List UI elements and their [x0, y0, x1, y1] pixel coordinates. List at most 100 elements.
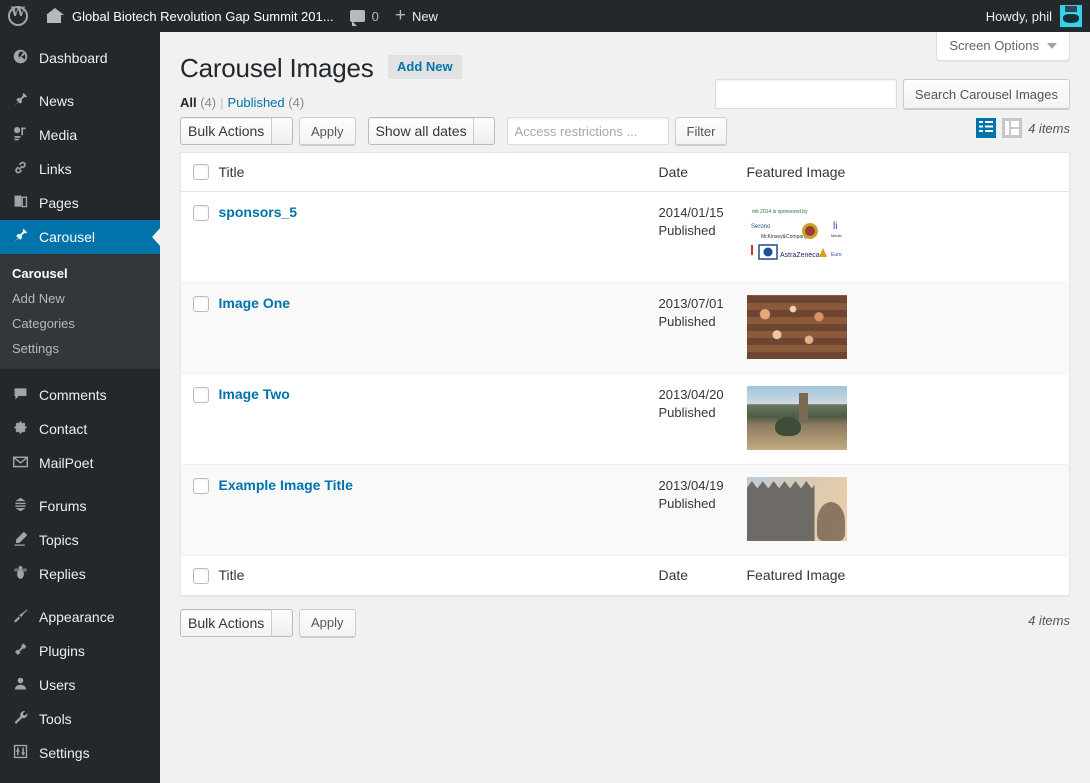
sidebar-item-carousel-settings[interactable]: Settings [0, 336, 160, 361]
comments-bubble-button[interactable]: 0 [342, 0, 387, 32]
row-status: Published [659, 495, 747, 513]
row-title-link[interactable]: Image One [219, 295, 291, 311]
svg-text:Medic: Medic [831, 233, 842, 238]
row-featured-image-cell [747, 374, 1070, 465]
filter-button[interactable]: Filter [675, 117, 728, 145]
wordpress-logo-button[interactable] [0, 0, 38, 32]
status-link-all[interactable]: All [180, 95, 197, 110]
row-status: Published [659, 222, 747, 240]
comment-bubble-icon [10, 385, 30, 405]
table-row: Image One 2013/07/01 Published [181, 283, 1070, 374]
row-title-link[interactable]: sponsors_5 [219, 204, 298, 220]
table-head: Title Date Featured Image [181, 153, 1070, 192]
sidebar-item-contact[interactable]: Contact [0, 412, 160, 446]
add-new-button[interactable]: Add New [388, 55, 462, 79]
row-checkbox-cell [181, 192, 219, 283]
column-header-title[interactable]: Title [219, 153, 659, 192]
row-checkbox[interactable] [193, 387, 209, 403]
date-filter-select[interactable]: Show all dates [368, 117, 495, 145]
sidebar-spacer [0, 591, 160, 600]
excerpt-view-icon[interactable] [1002, 118, 1022, 138]
sidebar-item-tools[interactable]: Tools [0, 702, 160, 736]
svg-text:Euro: Euro [831, 252, 842, 258]
list-view-icon[interactable] [976, 118, 996, 138]
bulk-actions-select[interactable]: Bulk Actions [180, 117, 293, 145]
admin-sidebar: Dashboard News Media Links Pages Carouse… [0, 32, 160, 783]
sidebar-item-appearance[interactable]: Appearance [0, 600, 160, 634]
search-box: Search Carousel Images [715, 79, 1070, 109]
sidebar-item-settings[interactable]: Settings [0, 736, 160, 770]
sidebar-item-pages[interactable]: Pages [0, 186, 160, 220]
table-footer-row: Title Date Featured Image [181, 556, 1070, 595]
row-title-link[interactable]: Example Image Title [219, 477, 353, 493]
svg-text:AstraZeneca: AstraZeneca [780, 252, 820, 259]
featured-image-audience [747, 295, 847, 359]
sidebar-item-label: Topics [39, 532, 79, 548]
screen-options-button[interactable]: Screen Options [936, 32, 1070, 61]
pin-icon [10, 91, 30, 111]
sidebar-item-carousel-add-new[interactable]: Add New [0, 286, 160, 311]
row-date: 2013/04/20 [659, 386, 747, 404]
sidebar-item-label: Plugins [39, 643, 85, 659]
status-count-all: (4) [200, 95, 216, 110]
column-header-date[interactable]: Date [659, 153, 747, 192]
sidebar-item-carousel-categories[interactable]: Categories [0, 311, 160, 336]
row-checkbox[interactable] [193, 296, 209, 312]
new-content-menu[interactable]: + New [387, 0, 446, 32]
select-all-header [181, 153, 219, 192]
sidebar-item-comments[interactable]: Comments [0, 378, 160, 412]
sidebar-item-carousel-list[interactable]: Carousel [0, 261, 160, 286]
sidebar-item-media[interactable]: Media [0, 118, 160, 152]
table-row: Example Image Title 2013/04/19 Published [181, 465, 1070, 556]
apply-button-top[interactable]: Apply [299, 117, 356, 145]
apply-button-bottom[interactable]: Apply [299, 609, 356, 637]
access-restrictions-input[interactable] [507, 117, 669, 145]
paintbrush-icon [10, 607, 30, 627]
admin-bar: Global Biotech Revolution Gap Summit 201… [0, 0, 1090, 32]
featured-image-chapel [747, 477, 847, 541]
sidebar-item-dashboard[interactable]: Dashboard [0, 41, 160, 75]
select-all-checkbox-top[interactable] [193, 164, 209, 180]
search-submit-button[interactable]: Search Carousel Images [903, 79, 1070, 109]
status-divider-item: | [216, 95, 227, 110]
sidebar-item-news[interactable]: News [0, 84, 160, 118]
sidebar-item-plugins[interactable]: Plugins [0, 634, 160, 668]
svg-text:li: li [833, 221, 837, 232]
featured-image-cityscape [747, 386, 847, 450]
items-count-top: 4 items [1028, 121, 1070, 136]
table-row: sponsors_5 2014/01/15 Published mit 2014… [181, 192, 1070, 283]
sidebar-item-replies[interactable]: Replies [0, 557, 160, 591]
wordpress-logo-icon [8, 6, 28, 26]
account-menu[interactable]: Howdy, phil [986, 5, 1090, 27]
sidebar-item-label: Tools [39, 711, 72, 727]
row-status: Published [659, 313, 747, 331]
site-name-menu[interactable]: Global Biotech Revolution Gap Summit 201… [38, 0, 342, 32]
sidebar-item-mailpoet[interactable]: MailPoet [0, 446, 160, 480]
dashboard-icon [10, 48, 30, 68]
sidebar-item-users[interactable]: Users [0, 668, 160, 702]
sidebar-item-forums[interactable]: Forums [0, 489, 160, 523]
bulk-actions-select-bottom[interactable]: Bulk Actions [180, 609, 293, 637]
sidebar-item-carousel[interactable]: Carousel [0, 220, 160, 254]
sidebar-item-label: Settings [39, 745, 90, 761]
row-checkbox[interactable] [193, 478, 209, 494]
plug-icon [10, 641, 30, 661]
sidebar-item-topics[interactable]: Topics [0, 523, 160, 557]
row-title-cell: Image One [219, 283, 659, 374]
row-featured-image-cell: mit 2014 is sponsored by Serono McKinsey… [747, 192, 1070, 283]
column-footer-title[interactable]: Title [219, 556, 659, 595]
row-date: 2014/01/15 [659, 204, 747, 222]
status-link-published[interactable]: Published [228, 95, 285, 110]
featured-image-sponsors: mit 2014 is sponsored by Serono McKinsey… [747, 204, 847, 268]
sidebar-spacer [0, 75, 160, 84]
sidebar-item-links[interactable]: Links [0, 152, 160, 186]
sidebar-spacer [0, 32, 160, 41]
row-title-link[interactable]: Image Two [219, 386, 290, 402]
row-date-cell: 2013/07/01 Published [659, 283, 747, 374]
search-input[interactable] [715, 79, 897, 109]
topics-icon [10, 530, 30, 550]
status-link-published-item: Published (4) [228, 95, 305, 110]
column-footer-date[interactable]: Date [659, 556, 747, 595]
select-all-checkbox-bottom[interactable] [193, 568, 209, 584]
row-checkbox[interactable] [193, 205, 209, 221]
